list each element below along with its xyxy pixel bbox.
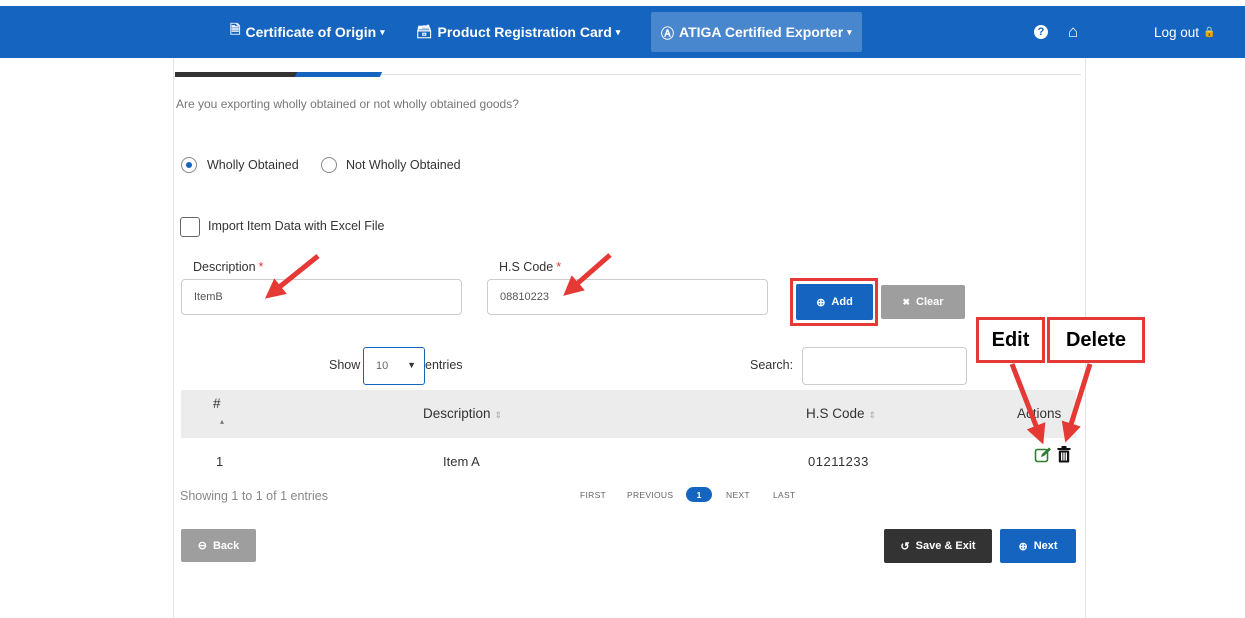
not-wholly-obtained-label: Not Wholly Obtained xyxy=(346,158,461,172)
lock-icon: 🔒 xyxy=(1203,26,1216,38)
delete-icon[interactable] xyxy=(1057,446,1073,466)
edit-icon-svg xyxy=(1034,447,1051,463)
plus-circle-icon: ⊕ xyxy=(816,296,826,309)
hs-code-label-text: H.S Code xyxy=(499,260,554,274)
clear-button-label: Clear xyxy=(916,296,944,308)
sort-icon: ⇕ xyxy=(494,410,503,420)
pager-previous[interactable]: PREVIOUS xyxy=(627,490,673,500)
badge-icon: Ⓐ xyxy=(661,25,675,41)
add-button[interactable]: ⊕ Add xyxy=(796,284,873,320)
card-icon: 🗃 xyxy=(416,24,433,39)
logout-button[interactable]: Log out 🔒 xyxy=(1154,6,1216,58)
page-size-select[interactable]: 10 ▼ xyxy=(363,347,425,385)
add-button-label: Add xyxy=(831,296,853,308)
logout-label: Log out xyxy=(1154,24,1200,40)
description-label: Description * xyxy=(193,260,263,274)
col-hs-code[interactable]: H.S Code ⇕ xyxy=(806,406,876,421)
col-description-label: Description xyxy=(423,406,491,421)
row-1-hs-code: 01211233 xyxy=(808,454,869,469)
required-mark: * xyxy=(556,260,562,274)
nav-product-registration-card[interactable]: 🗃 Product Registration Card ▾ xyxy=(416,6,620,58)
trash-icon-svg xyxy=(1057,446,1071,463)
progress-track xyxy=(381,74,1081,75)
row-1-description: Item A xyxy=(443,454,480,469)
chevron-down-icon: ▾ xyxy=(615,26,621,37)
goods-question: Are you exporting wholly obtained or not… xyxy=(176,97,519,111)
home-icon: ⌂ xyxy=(1068,22,1079,41)
table-header xyxy=(181,390,1076,438)
dropdown-arrow-icon: ▼ xyxy=(407,360,416,370)
radio-not-wholly-obtained[interactable] xyxy=(321,157,337,173)
show-label: Show xyxy=(329,358,361,372)
delete-annotation: Delete xyxy=(1047,317,1145,363)
undo-icon: ↺ xyxy=(900,540,910,553)
radio-wholly-obtained[interactable] xyxy=(181,157,197,173)
col-number[interactable]: # xyxy=(213,396,221,411)
sort-asc-icon: ▴ xyxy=(220,417,225,426)
next-button[interactable]: ⊕ Next xyxy=(1000,529,1076,563)
page-size-value: 10 xyxy=(376,360,389,372)
nav-label: Certificate of Origin xyxy=(245,24,377,40)
next-button-label: Next xyxy=(1033,540,1058,552)
col-description[interactable]: Description ⇕ xyxy=(423,406,502,421)
edit-icon[interactable] xyxy=(1034,446,1054,466)
top-navbar: 🗎 Certificate of Origin ▾ 🗃 Product Regi… xyxy=(0,6,1245,58)
import-excel-label: Import Item Data with Excel File xyxy=(208,219,385,233)
search-label: Search: xyxy=(750,358,794,372)
pager-first[interactable]: FIRST xyxy=(580,490,606,500)
clear-button[interactable]: ✖ Clear xyxy=(881,285,965,319)
progress-step-current xyxy=(294,72,383,77)
entries-label: entries xyxy=(425,358,463,372)
back-button-label: Back xyxy=(212,539,240,552)
wholly-obtained-label: Wholly Obtained xyxy=(207,158,299,172)
col-number-label: # xyxy=(213,396,221,411)
back-circle-icon: ⊖ xyxy=(197,540,207,552)
help-button[interactable]: ? xyxy=(1034,6,1048,58)
hs-code-input[interactable]: 08810223 xyxy=(487,279,768,315)
pager-current-page[interactable]: 1 xyxy=(686,487,712,502)
table-info: Showing 1 to 1 of 1 entries xyxy=(180,489,329,503)
description-label-text: Description xyxy=(193,260,256,274)
required-mark: * xyxy=(258,260,264,274)
col-actions: Actions xyxy=(1017,406,1062,421)
back-button[interactable]: ⊖ Back xyxy=(181,529,256,562)
chevron-down-icon: ▾ xyxy=(380,26,385,37)
hs-code-label: H.S Code * xyxy=(499,260,561,274)
progress-step-done xyxy=(175,72,300,77)
nav-atiga-certified-exporter[interactable]: Ⓐ ATIGA Certified Exporter ▾ xyxy=(651,12,862,52)
description-input[interactable]: ItemB xyxy=(181,279,462,315)
save-exit-button[interactable]: ↺ Save & Exit xyxy=(884,529,992,563)
sort-icon: ⇕ xyxy=(868,410,877,420)
col-hs-code-label: H.S Code xyxy=(806,406,865,421)
chevron-down-icon: ▾ xyxy=(847,26,852,37)
import-excel-checkbox[interactable] xyxy=(180,217,200,237)
pager-last[interactable]: LAST xyxy=(773,490,795,500)
row-1-number: 1 xyxy=(216,454,224,469)
home-button[interactable]: ⌂ xyxy=(1068,6,1078,58)
close-icon: ✖ xyxy=(902,296,910,307)
nav-label: Product Registration Card xyxy=(437,24,612,40)
save-exit-label: Save & Exit xyxy=(915,540,976,552)
document-icon: 🗎 xyxy=(230,22,241,37)
nav-certificate-of-origin[interactable]: 🗎 Certificate of Origin ▾ xyxy=(230,6,385,58)
next-circle-icon: ⊕ xyxy=(1018,540,1028,553)
pager-next[interactable]: NEXT xyxy=(726,490,750,500)
edit-annotation: Edit xyxy=(976,317,1045,363)
question-icon: ? xyxy=(1034,25,1048,39)
nav-label: ATIGA Certified Exporter xyxy=(679,24,844,40)
search-input[interactable] xyxy=(802,347,967,385)
